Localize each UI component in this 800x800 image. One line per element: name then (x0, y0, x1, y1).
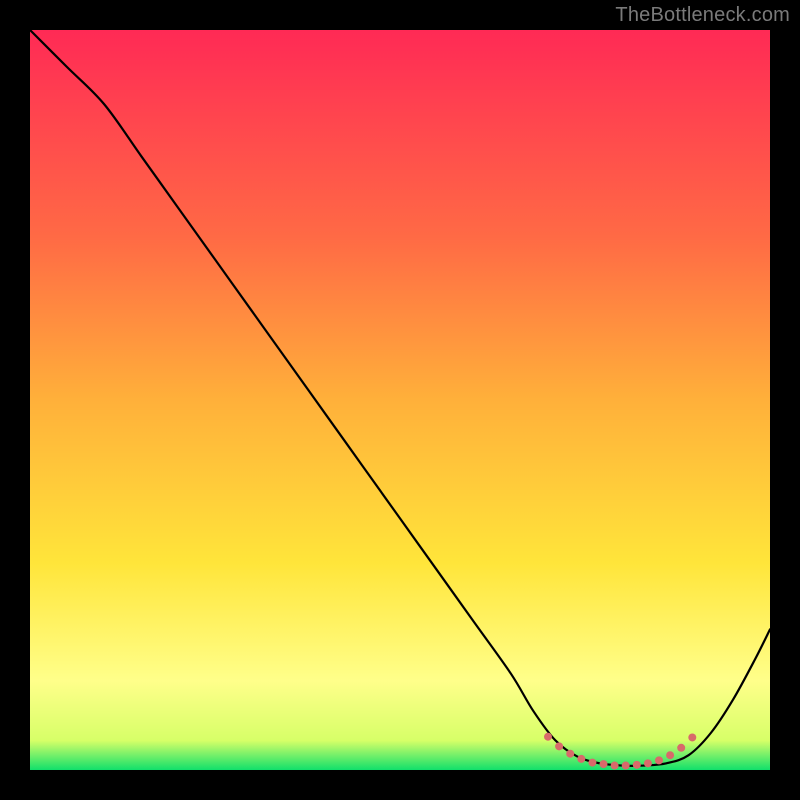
minimum-marker (655, 756, 663, 764)
minimum-marker (688, 733, 696, 741)
minimum-marker (644, 759, 652, 767)
watermark-text: TheBottleneck.com (615, 4, 790, 27)
chart-canvas: TheBottleneck.com (0, 0, 800, 800)
minimum-marker (577, 755, 585, 763)
gradient-background (30, 30, 770, 770)
minimum-marker (566, 750, 574, 758)
minimum-marker (600, 760, 608, 768)
minimum-marker (622, 762, 630, 770)
minimum-marker (544, 733, 552, 741)
plot-area (30, 30, 770, 770)
minimum-marker (588, 759, 596, 767)
minimum-marker (633, 761, 641, 769)
minimum-marker (555, 742, 563, 750)
minimum-marker (666, 751, 674, 759)
minimum-marker (677, 744, 685, 752)
minimum-marker (611, 762, 619, 770)
chart-svg (30, 30, 770, 770)
